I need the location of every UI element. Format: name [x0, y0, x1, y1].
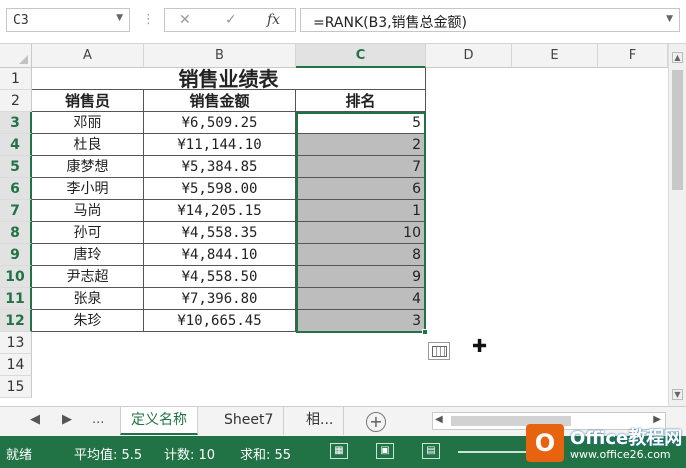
table-title[interactable]: 销售业绩表 — [32, 68, 426, 90]
tab-scroll-left-icon[interactable]: ◀ — [30, 412, 40, 427]
column-header-a[interactable]: A — [32, 44, 144, 68]
row-header[interactable]: 5 — [0, 156, 32, 178]
table-cell-rank[interactable]: 1 — [296, 200, 426, 222]
name-box-value: C3 — [13, 13, 29, 28]
table-cell-amount[interactable]: ¥10,665.45 — [144, 310, 296, 332]
table-cell-rank[interactable]: 3 — [296, 310, 426, 332]
table-cell-name[interactable]: 李小明 — [32, 178, 144, 200]
table-cell-amount[interactable]: ¥14,205.15 — [144, 200, 296, 222]
table-cell-name[interactable]: 邓丽 — [32, 112, 144, 134]
chevron-down-icon[interactable]: ▼ — [116, 13, 123, 23]
row-header[interactable]: 14 — [0, 354, 32, 376]
row-header[interactable]: 8 — [0, 222, 32, 244]
formula-bar-splitter[interactable]: ⋮ — [142, 12, 155, 27]
table-cell-name[interactable]: 朱珍 — [32, 310, 144, 332]
row-header[interactable]: 4 — [0, 134, 32, 156]
column-header-b[interactable]: B — [144, 44, 296, 68]
quick-analysis-icon[interactable] — [428, 342, 450, 360]
table-cell-amount[interactable]: ¥4,558.35 — [144, 222, 296, 244]
table-cell-rank[interactable]: 2 — [296, 134, 426, 156]
table-cell-amount[interactable]: ¥4,844.10 — [144, 244, 296, 266]
table-cell-rank[interactable]: 9 — [296, 266, 426, 288]
add-sheet-button[interactable]: + — [366, 412, 386, 432]
table-cell-rank[interactable]: 4 — [296, 288, 426, 310]
expand-formula-icon[interactable]: ▼ — [666, 14, 673, 24]
watermark-url: www.office26.com — [570, 448, 671, 461]
column-header-e[interactable]: E — [512, 44, 598, 68]
column-header-f[interactable]: F — [598, 44, 668, 68]
header-rank[interactable]: 排名 — [296, 90, 426, 112]
check-icon[interactable]: ✓ — [225, 12, 237, 28]
scroll-up-icon[interactable]: ▲ — [672, 52, 683, 63]
table-cell-rank[interactable]: 6 — [296, 178, 426, 200]
column-header-c[interactable]: C — [296, 44, 426, 68]
row-header[interactable]: 12 — [0, 310, 32, 332]
tab-define-name[interactable]: 定义名称 — [120, 407, 198, 435]
name-box[interactable]: C3 ▼ — [6, 8, 130, 32]
select-all-button[interactable] — [0, 44, 32, 68]
tab-more-icon[interactable]: ... — [92, 412, 104, 427]
fill-handle[interactable] — [422, 329, 428, 335]
normal-view-icon[interactable]: ▦ — [330, 443, 348, 459]
cross-cursor-icon: ✚ — [472, 336, 488, 357]
scroll-left-icon[interactable]: ◀ — [435, 414, 443, 425]
vertical-scrollbar[interactable]: ▲ ▼ — [668, 44, 686, 406]
table-cell-rank[interactable]: 5 — [296, 112, 426, 134]
table-cell-name[interactable]: 康梦想 — [32, 156, 144, 178]
row-header[interactable]: 3 — [0, 112, 32, 134]
table-cell-name[interactable]: 杜良 — [32, 134, 144, 156]
formula-buttons: ✕ ✓ fx — [164, 8, 296, 32]
table-cell-rank[interactable]: 8 — [296, 244, 426, 266]
table-cell-amount[interactable]: ¥5,384.85 — [144, 156, 296, 178]
table-cell-name[interactable]: 马尚 — [32, 200, 144, 222]
formula-input[interactable]: =RANK(B3,销售总金额) ▼ — [300, 8, 680, 32]
status-count: 计数: 10 — [164, 448, 216, 463]
table-cell-rank[interactable]: 10 — [296, 222, 426, 244]
row-header[interactable]: 11 — [0, 288, 32, 310]
scroll-thumb[interactable] — [672, 70, 683, 190]
header-salesperson[interactable]: 销售员 — [32, 90, 144, 112]
formula-text: =RANK(B3,销售总金额) — [313, 15, 468, 31]
tab-scroll-right-icon[interactable]: ▶ — [62, 412, 72, 427]
row-header[interactable]: 15 — [0, 376, 32, 398]
table-cell-name[interactable]: 唐玲 — [32, 244, 144, 266]
scroll-down-icon[interactable]: ▼ — [672, 389, 683, 400]
formula-bar: C3 ▼ ⋮ ✕ ✓ fx =RANK(B3,销售总金额) ▼ — [0, 0, 686, 44]
tab-truncated[interactable]: 相... — [296, 407, 345, 435]
row-header[interactable]: 2 — [0, 90, 32, 112]
status-average: 平均值: 5.5 — [74, 448, 143, 463]
table-cell-name[interactable]: 尹志超 — [32, 266, 144, 288]
row-header[interactable]: 9 — [0, 244, 32, 266]
row-header[interactable]: 6 — [0, 178, 32, 200]
table-cell-amount[interactable]: ¥5,598.00 — [144, 178, 296, 200]
table-cell-amount[interactable]: ¥11,144.10 — [144, 134, 296, 156]
cancel-icon[interactable]: ✕ — [179, 12, 191, 28]
status-sum: 求和: 55 — [240, 448, 292, 463]
watermark-brand: Office教程网 — [570, 428, 683, 449]
row-header[interactable]: 7 — [0, 200, 32, 222]
page-break-preview-icon[interactable]: ▤ — [422, 443, 440, 459]
row-header[interactable]: 1 — [0, 68, 32, 90]
table-cell-rank[interactable]: 7 — [296, 156, 426, 178]
row-header[interactable]: 13 — [0, 332, 32, 354]
header-sales-amount[interactable]: 销售金额 — [144, 90, 296, 112]
tab-sheet7[interactable]: Sheet7 — [214, 407, 285, 435]
insert-function-icon[interactable]: fx — [267, 12, 280, 28]
status-ready: 就绪 — [6, 448, 33, 463]
table-cell-amount[interactable]: ¥4,558.50 — [144, 266, 296, 288]
row-header[interactable]: 10 — [0, 266, 32, 288]
office-logo-icon: O — [526, 424, 564, 462]
table-cell-name[interactable]: 孙可 — [32, 222, 144, 244]
table-cell-amount[interactable]: ¥7,396.80 — [144, 288, 296, 310]
table-cell-amount[interactable]: ¥6,509.25 — [144, 112, 296, 134]
watermark-logo: O Office教程网 www.office26.com — [520, 420, 686, 468]
worksheet-grid: A B C D E F 1 2 3 4 5 6 7 8 9 10 11 12 1… — [0, 44, 686, 406]
page-layout-icon[interactable]: ▣ — [376, 443, 394, 459]
table-cell-name[interactable]: 张泉 — [32, 288, 144, 310]
column-header-d[interactable]: D — [426, 44, 512, 68]
